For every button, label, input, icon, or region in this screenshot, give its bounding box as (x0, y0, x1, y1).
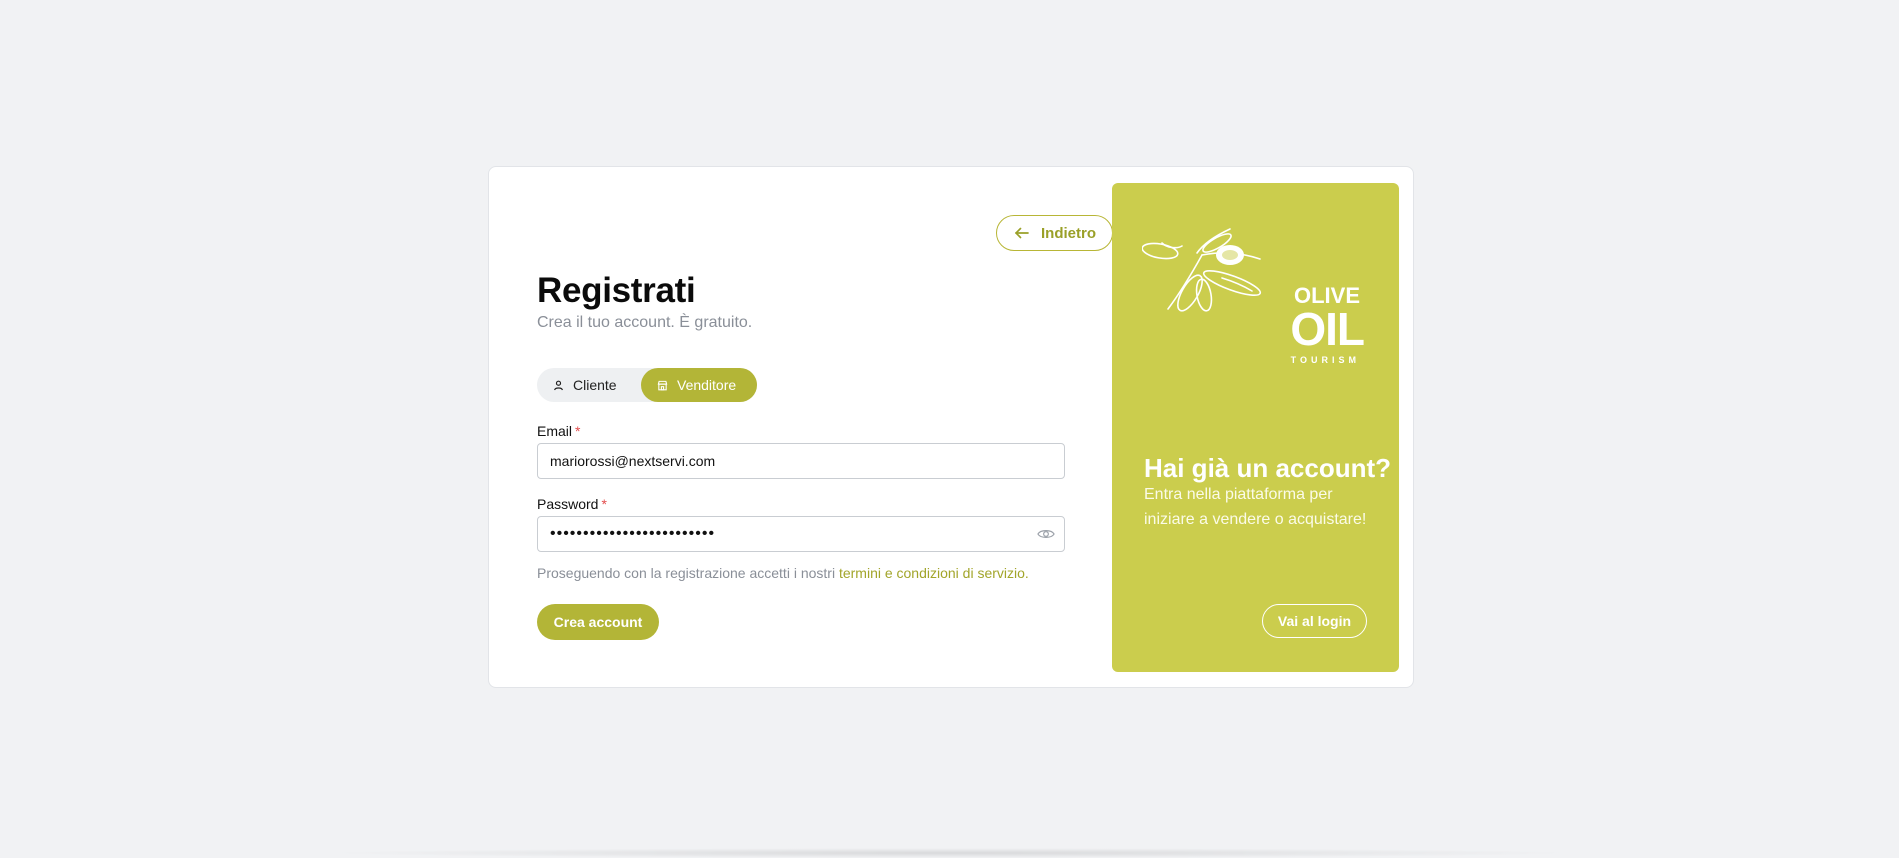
login-promo-panel: OLIVE OIL TOURISM Hai già un account? En… (1112, 183, 1399, 672)
panel-text: Entra nella piattaforma per iniziare a v… (1144, 486, 1367, 528)
email-field[interactable] (537, 443, 1065, 479)
create-account-button[interactable]: Crea account (537, 604, 659, 640)
role-seller-label: Venditore (677, 377, 737, 393)
password-label: Password * (537, 496, 607, 512)
arrow-left-icon (1015, 227, 1029, 239)
terms-text: Proseguendo con la registrazione accetti… (537, 565, 836, 581)
email-label: Email * (537, 423, 580, 439)
page-title: Registrati (537, 271, 696, 310)
role-seller-option[interactable]: Venditore (641, 368, 757, 402)
role-client-label: Cliente (573, 377, 617, 393)
terms-notice: Proseguendo con la registrazione accetti… (537, 565, 1029, 581)
terms-link[interactable]: termini e condizioni di servizio. (839, 565, 1029, 581)
register-card: Indietro Registrati Crea il tuo account.… (488, 166, 1414, 688)
panel-title: Hai già un account? (1144, 453, 1392, 483)
required-mark: * (575, 423, 581, 439)
back-button[interactable]: Indietro (996, 215, 1113, 251)
required-mark: * (601, 496, 607, 512)
email-label-text: Email (537, 423, 573, 439)
role-toggle: Cliente Venditore (537, 368, 757, 402)
go-to-login-button[interactable]: Vai al login (1262, 604, 1367, 638)
store-icon (657, 380, 668, 390)
olive-branch-icon (1142, 228, 1262, 312)
logo-line-3: TOURISM (1291, 355, 1360, 363)
back-button-label: Indietro (1041, 224, 1096, 242)
password-field[interactable] (537, 516, 1065, 552)
logo-line-2: OIL (1290, 303, 1364, 355)
eye-icon[interactable] (1037, 526, 1055, 542)
user-icon (554, 380, 563, 390)
register-form-column: Indietro Registrati Crea il tuo account.… (537, 167, 1113, 687)
password-label-text: Password (537, 496, 599, 512)
page-subtitle: Crea il tuo account. È gratuito. (537, 314, 753, 331)
olive-oil-tourism-logo: OLIVE OIL TOURISM (1142, 228, 1365, 363)
role-client-option[interactable]: Cliente (537, 368, 641, 402)
password-field-wrapper (537, 516, 1065, 552)
bottom-shadow (320, 848, 1580, 858)
